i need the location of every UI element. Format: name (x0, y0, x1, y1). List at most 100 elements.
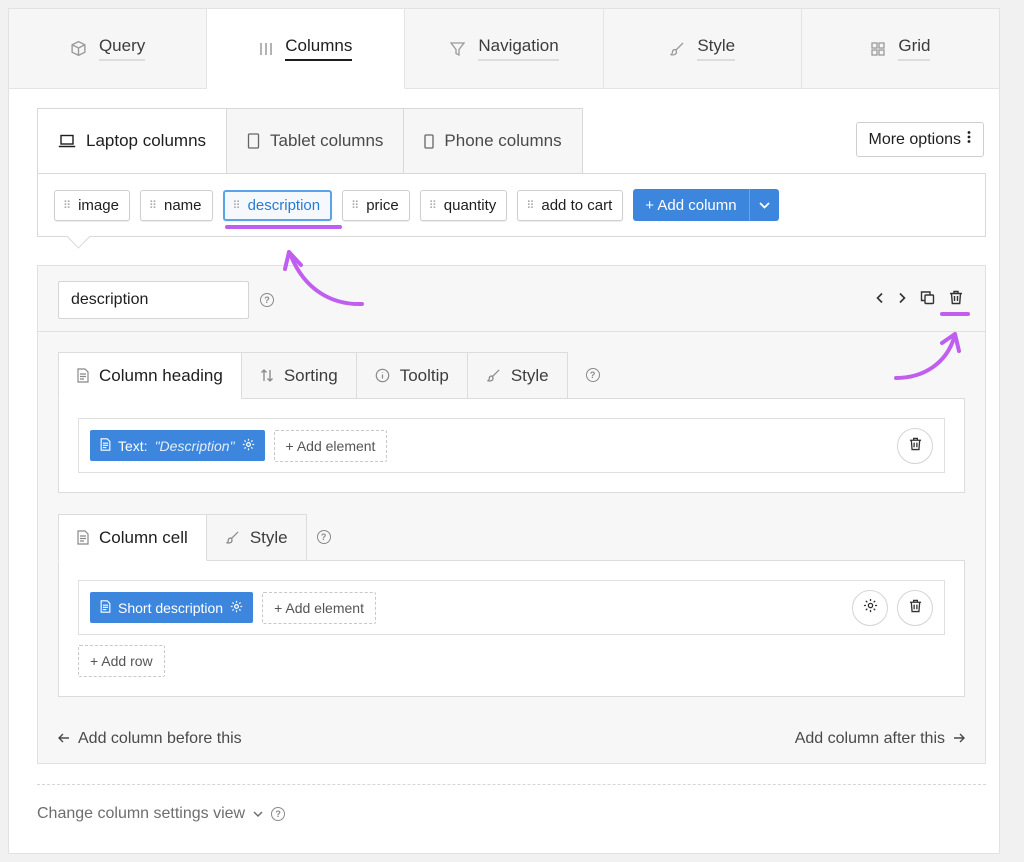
heading-element-value: "Description" (154, 437, 235, 454)
trash-icon (909, 599, 922, 618)
help-icon[interactable]: ? (260, 293, 274, 307)
tab-column-cell-label: Column cell (99, 527, 188, 547)
document-icon (100, 437, 111, 454)
heading-element-prefix: Text: (118, 437, 148, 454)
add-cell-element-button[interactable]: + Add element (262, 591, 376, 624)
heading-text-element[interactable]: Text: "Description" (90, 430, 265, 461)
chevron-down-icon (253, 805, 263, 823)
trash-icon (909, 437, 922, 456)
more-options-button[interactable]: More options (855, 122, 984, 157)
drag-handle-icon[interactable]: ⠿ (149, 199, 157, 212)
tab-grid[interactable]: Grid (801, 9, 1000, 89)
column-tools (876, 290, 963, 305)
column-chip-add-to-cart[interactable]: ⠿ add to cart (517, 189, 624, 221)
tab-phone-columns[interactable]: Phone columns (404, 108, 583, 174)
tab-column-cell[interactable]: Column cell (58, 514, 207, 561)
gear-icon[interactable] (242, 438, 255, 454)
help-icon[interactable]: ? (585, 368, 600, 382)
tab-query[interactable]: Query (9, 9, 208, 89)
column-chip-label: description (247, 196, 321, 214)
tab-tooltip[interactable]: Tooltip (356, 352, 468, 399)
help-icon[interactable]: ? (271, 807, 286, 821)
delete-heading-row-button[interactable] (897, 428, 933, 464)
add-column-dropdown-button[interactable] (748, 189, 779, 221)
add-column-before-link[interactable]: Add column before this (58, 730, 242, 748)
tab-navigation-label: Navigation (478, 36, 559, 61)
cell-short-description-element[interactable]: Short description (90, 592, 254, 623)
tab-style[interactable]: Style (603, 9, 802, 89)
arrow-left-icon (58, 730, 70, 748)
tab-tooltip-label: Tooltip (399, 365, 449, 385)
trash-icon[interactable] (949, 290, 963, 305)
add-column-button[interactable]: + Add column (633, 189, 749, 221)
settings-panel: Query Columns Navigation Style Grid Lapt… (8, 8, 1000, 854)
help-icon[interactable]: ? (316, 530, 331, 544)
gear-icon[interactable] (230, 600, 243, 616)
heading-element-row: Text: "Description" + Add element (78, 418, 945, 473)
add-row-button[interactable]: + Add row (78, 645, 165, 677)
tab-columns[interactable]: Columns (207, 9, 406, 89)
tab-sorting-label: Sorting (283, 365, 338, 385)
tab-laptop-columns[interactable]: Laptop columns (37, 108, 228, 174)
change-settings-view-label: Change column settings view (37, 805, 246, 822)
drag-handle-icon[interactable]: ⠿ (233, 199, 241, 212)
top-tabs: Query Columns Navigation Style Grid (9, 9, 1000, 89)
column-heading-section: Column heading Sorting Tooltip Style ? T… (58, 352, 965, 493)
tab-sorting[interactable]: Sorting (241, 352, 357, 399)
duplicate-icon[interactable] (920, 290, 935, 305)
row-settings-button[interactable] (852, 590, 888, 626)
arrow-right-icon (953, 730, 965, 748)
column-chip-bar: ⠿ image ⠿ name ⠿ description ⠿ price ⠿ q… (37, 173, 986, 237)
drag-handle-icon[interactable]: ⠿ (429, 199, 437, 212)
column-name-input[interactable] (58, 281, 249, 319)
change-settings-view-link[interactable]: Change column settings view ? (37, 805, 286, 823)
document-icon (77, 368, 89, 383)
laptop-icon (58, 134, 76, 148)
columns-icon (259, 41, 273, 57)
tab-cell-style[interactable]: Style (206, 514, 307, 561)
tab-heading-style[interactable]: Style (467, 352, 568, 399)
column-chip-quantity[interactable]: ⠿ quantity (419, 189, 508, 221)
filter-icon (449, 41, 466, 57)
chevron-down-icon (758, 196, 770, 214)
phone-columns-label: Phone columns (444, 131, 562, 150)
cell-body: Short description + Add element + Add ro… (58, 560, 965, 697)
tab-query-label: Query (98, 36, 146, 61)
column-chip-price[interactable]: ⠿ price (342, 189, 410, 221)
column-chip-name[interactable]: ⠿ name (139, 189, 213, 221)
chevron-right-icon[interactable] (898, 292, 906, 304)
divider (37, 784, 986, 785)
delete-cell-row-button[interactable] (897, 590, 933, 626)
column-chip-label: quantity (443, 196, 497, 214)
add-heading-element-button[interactable]: + Add element (273, 429, 388, 462)
tab-column-heading-label: Column heading (99, 365, 223, 385)
device-tabs: Laptop columns Tablet columns Phone colu… (37, 108, 583, 174)
gear-icon (863, 598, 878, 618)
tab-columns-label: Columns (285, 36, 353, 61)
column-chip-description[interactable]: ⠿ description (222, 189, 333, 221)
document-icon (77, 530, 89, 545)
tab-navigation[interactable]: Navigation (405, 9, 604, 89)
brush-icon (225, 530, 240, 545)
phone-icon (424, 133, 435, 149)
tab-style-label: Style (697, 36, 736, 61)
column-chip-image[interactable]: ⠿ image (54, 189, 130, 221)
heading-tabs: Column heading Sorting Tooltip Style ? (58, 352, 965, 399)
drag-handle-icon[interactable]: ⠿ (351, 199, 359, 212)
document-icon (100, 599, 111, 616)
cell-element-row: Short description + Add element (78, 580, 945, 635)
tab-cell-style-label: Style (249, 527, 288, 547)
add-column-before-label: Add column before this (78, 730, 242, 747)
tab-heading-style-label: Style (510, 365, 549, 385)
tablet-columns-label: Tablet columns (270, 131, 384, 150)
tab-column-heading[interactable]: Column heading (58, 352, 242, 399)
sort-icon (260, 368, 274, 383)
column-settings-header: ? (38, 266, 985, 332)
column-chip-label: add to cart (541, 196, 613, 214)
chevron-left-icon[interactable] (876, 292, 884, 304)
add-column-after-link[interactable]: Add column after this (795, 730, 965, 748)
drag-handle-icon[interactable]: ⠿ (526, 199, 534, 212)
drag-handle-icon[interactable]: ⠿ (63, 199, 71, 212)
tab-tablet-columns[interactable]: Tablet columns (227, 108, 405, 174)
cube-icon (70, 40, 87, 57)
